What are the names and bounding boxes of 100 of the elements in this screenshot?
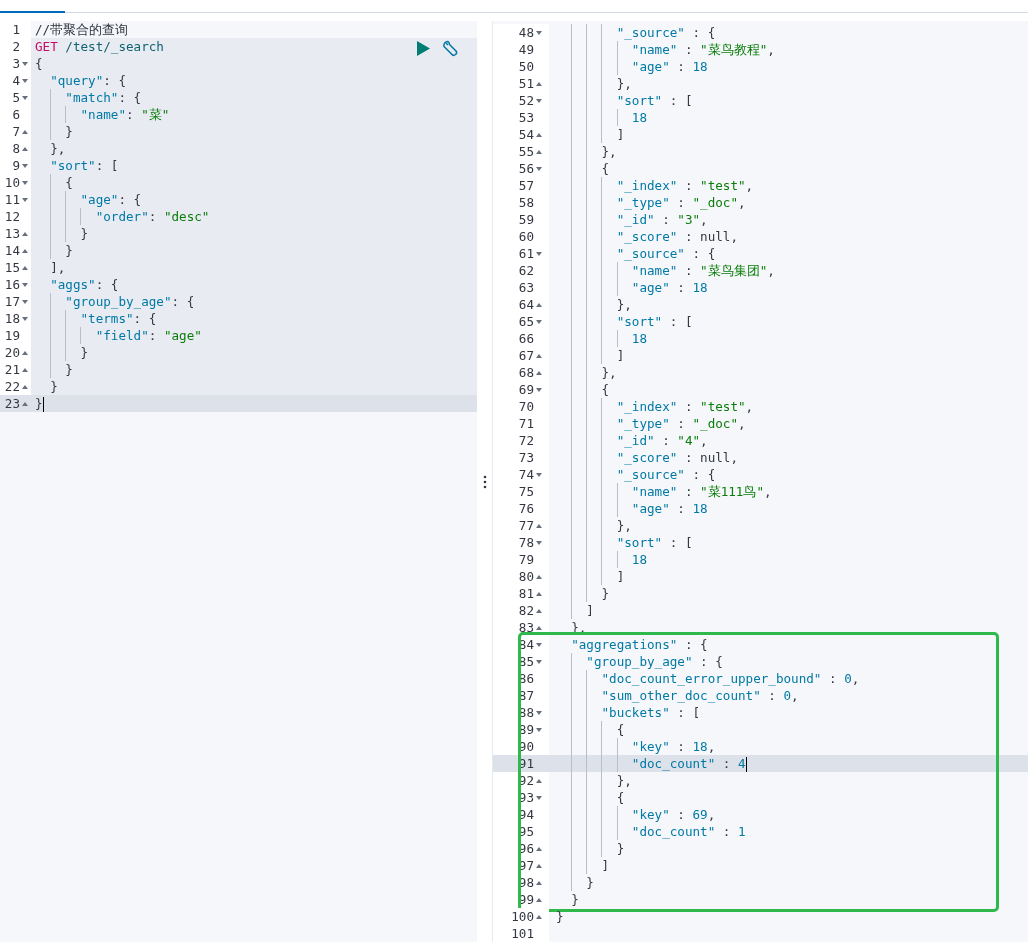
code-line: }, [600,144,617,159]
code-line: ] [615,348,625,363]
line-number: 73 [518,449,534,466]
line-number: 67 [518,347,534,364]
code-line: "sort": [ [49,158,119,173]
code-line: "doc_count_error_upper_bound" : 0, [600,671,860,686]
code-line: } [79,345,89,360]
fold-arrow-icon[interactable] [535,640,543,649]
code-line: "age" : 18 [630,501,708,516]
code-line: "sort" : [ [615,535,693,550]
fold-arrow-icon[interactable] [535,28,543,37]
code-line: "age" : 18 [630,59,708,74]
fold-arrow-icon[interactable] [21,76,29,85]
code-line: }, [615,773,632,788]
line-number: 17 [4,293,20,310]
code-line: 18 [630,110,647,125]
line-number: 76 [518,500,534,517]
line-number: 1 [12,21,20,38]
line-number: 62 [518,262,534,279]
code-line: { [600,382,610,397]
code-line: "_source" : { [615,25,716,40]
fold-arrow-icon[interactable] [535,708,543,717]
fold-arrow-icon[interactable] [535,317,543,326]
code-line: "doc_count" : 1 [630,824,746,839]
fold-arrow-icon[interactable] [535,725,543,734]
code-line: } [600,586,610,601]
fold-arrow-icon[interactable] [535,164,543,173]
line-number: 2 [12,38,20,55]
line-number: 61 [518,245,534,262]
fold-arrow-icon[interactable] [21,93,29,102]
line-number: 51 [518,75,534,92]
code-line: "field": "age" [94,328,202,343]
code-line: "doc_count" : 4 [630,756,748,771]
fold-arrow-icon[interactable] [535,96,543,105]
line-number: 100 [511,908,534,925]
line-number: 68 [518,364,534,381]
code-line: "name" : "菜鸟教程", [630,42,775,57]
line-number: 63 [518,279,534,296]
fold-arrow-icon[interactable] [21,314,29,323]
code-line: "_index" : "test", [615,399,754,414]
line-number: 71 [518,415,534,432]
fold-arrow-icon[interactable] [535,385,543,394]
code-line: { [615,790,625,805]
code-line: ] [600,858,610,873]
line-number: 69 [518,381,534,398]
line-number: 10 [4,174,20,191]
code-line: } [570,892,579,907]
fold-arrow-icon[interactable] [21,280,29,289]
line-number: 82 [518,602,534,619]
play-icon[interactable] [417,41,430,56]
code-line: "_source" : { [615,467,716,482]
fold-arrow-icon[interactable] [535,538,543,547]
line-number: 80 [518,568,534,585]
line-number: 20 [4,344,20,361]
line-number: 54 [518,126,534,143]
line-number: 64 [518,296,534,313]
fold-arrow-icon[interactable] [535,793,543,802]
code-line: ], [49,260,66,275]
line-number: 49 [518,41,534,58]
code-line: "_source" : { [615,246,716,261]
code-line: }, [615,297,632,312]
line-number: 50 [518,58,534,75]
fold-arrow-icon[interactable] [535,249,543,258]
line-number: 13 [4,225,20,242]
line-number: 52 [518,92,534,109]
code-line: "key" : 18, [630,739,716,754]
fold-arrow-icon[interactable] [21,195,29,204]
code-line: "_score" : null, [615,229,738,244]
code-line: 18 [630,552,647,567]
line-number: 59 [518,211,534,228]
code-line: "sum_other_doc_count" : 0, [600,688,799,703]
line-number: 18 [4,310,20,327]
line-number: 22 [4,378,20,395]
fold-arrow-icon[interactable] [21,178,29,187]
code-line: }, [49,141,66,156]
fold-arrow-icon[interactable] [535,657,543,666]
code-line: { [35,56,43,71]
code-line: "_score" : null, [615,450,738,465]
code-line: } [615,841,625,856]
code-line: }, [615,76,632,91]
line-number: 16 [4,276,20,293]
code-line: } [556,909,564,924]
line-number: 6 [12,106,20,123]
wrench-icon[interactable] [442,40,459,57]
code-line: { [615,722,625,737]
code-line: }, [615,518,632,533]
line-number: 23 [4,395,20,412]
fold-arrow-icon[interactable] [21,59,29,68]
fold-arrow-icon[interactable] [21,297,29,306]
code-line: "_type" : "_doc", [615,195,746,210]
code-line: ] [585,603,594,618]
line-number: 12 [4,208,20,225]
line-number: 7 [12,123,20,140]
code-line: "aggregations" : { [570,637,708,652]
code-line: } [585,875,594,890]
line-number: 9 [12,157,20,174]
code-line: "age" : 18 [630,280,708,295]
fold-arrow-icon[interactable] [21,161,29,170]
resize-handle-icon[interactable] [482,474,487,489]
fold-arrow-icon[interactable] [535,470,543,479]
